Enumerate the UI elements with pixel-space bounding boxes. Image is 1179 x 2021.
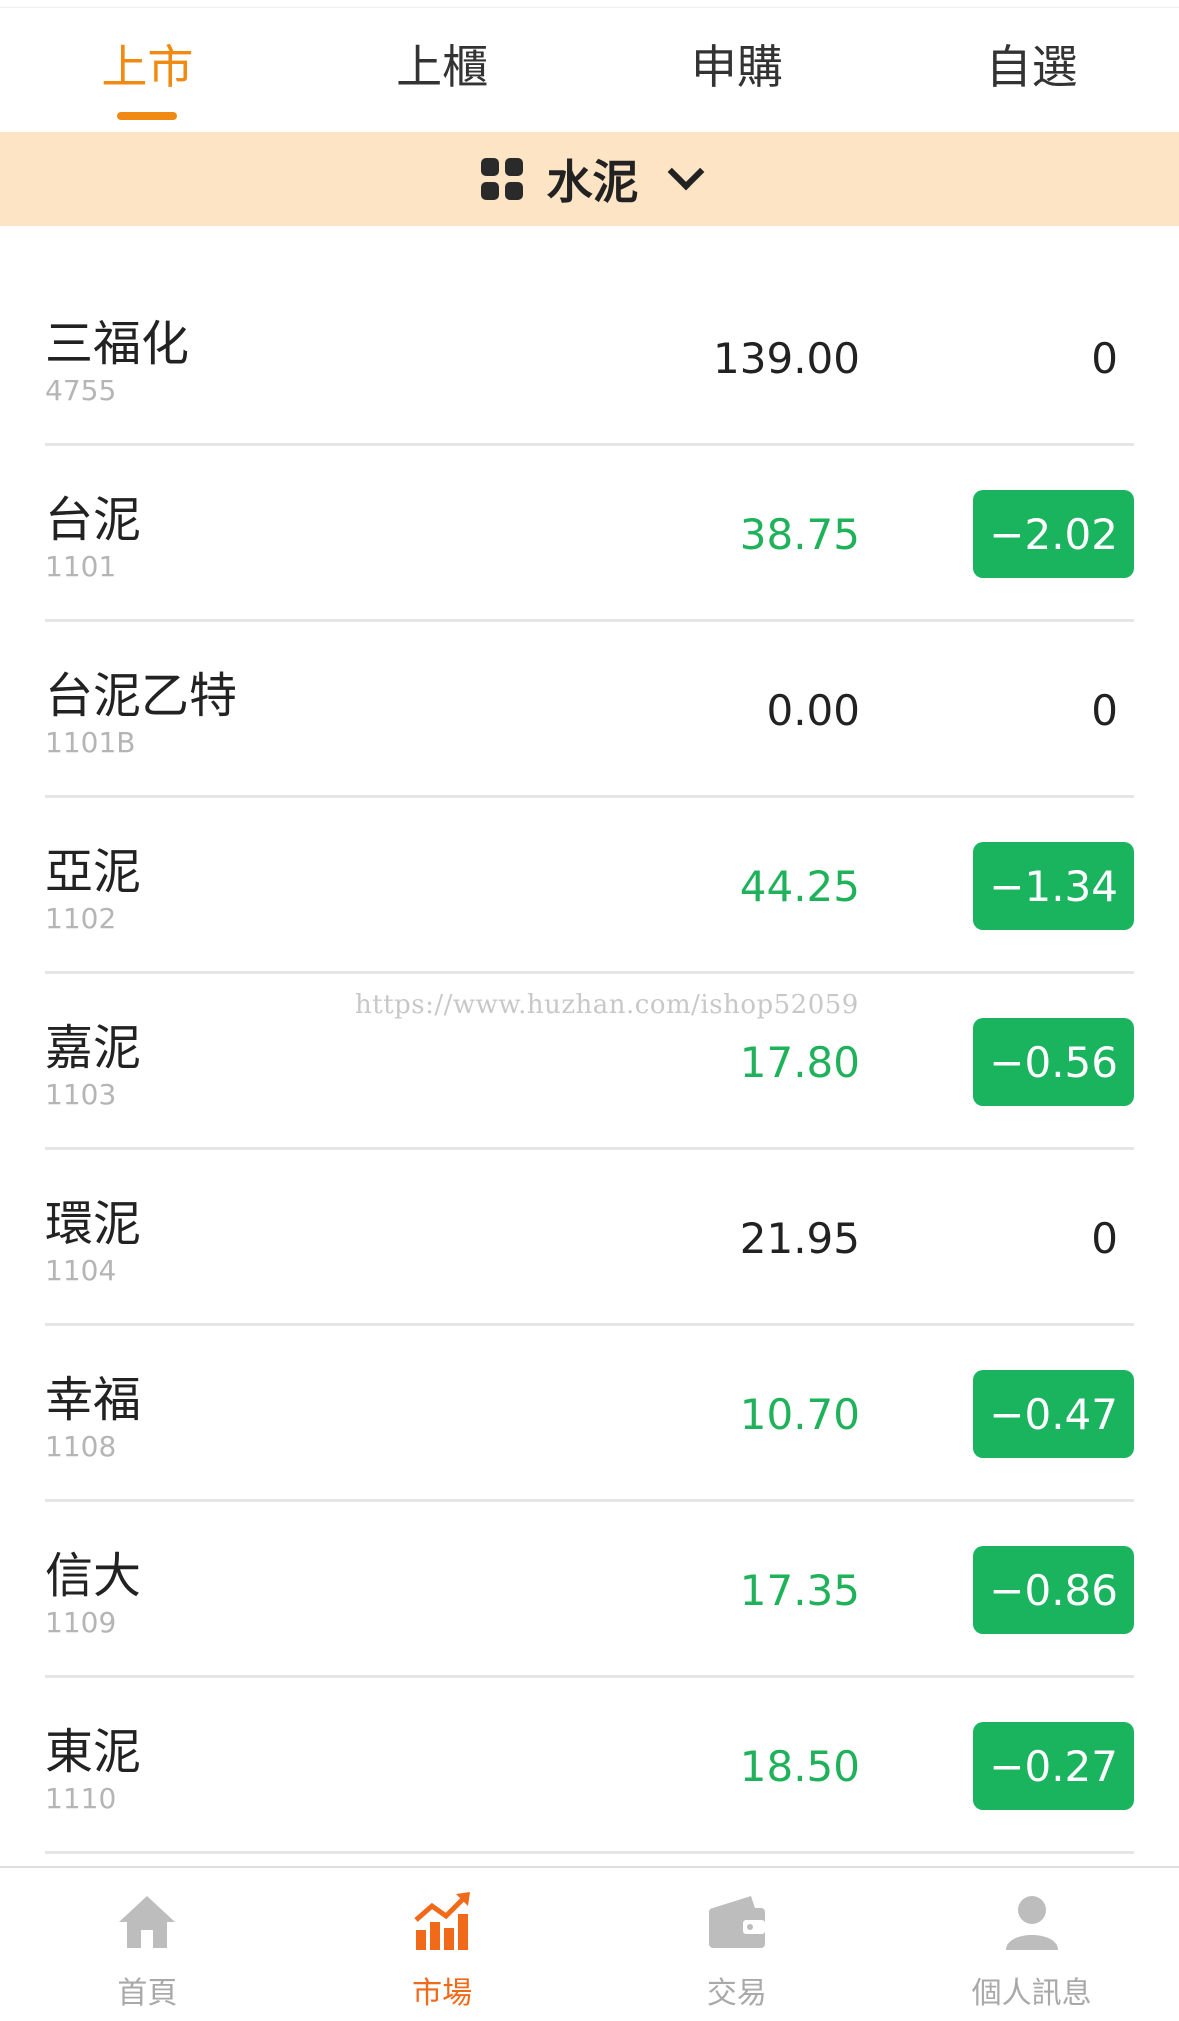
- stock-code: 1108: [45, 1430, 117, 1463]
- user-icon: [1005, 1896, 1058, 1950]
- stock-code: 1104: [45, 1254, 117, 1287]
- table-row[interactable]: 三福化 4755 139.00 0: [45, 270, 1134, 446]
- nav-label: 交易: [706, 1976, 767, 2011]
- tab-label: 自選: [985, 40, 1078, 94]
- stock-code: 1109: [45, 1606, 117, 1639]
- stock-change-badge: −0.27: [973, 1722, 1134, 1810]
- stock-name: 信大: [45, 1548, 142, 1604]
- home-icon: [119, 1896, 176, 1948]
- stock-name: 台泥: [45, 492, 142, 548]
- table-row[interactable]: 台泥乙特 1101B 0.00 0: [45, 622, 1134, 798]
- stock-name: 幸福: [45, 1372, 142, 1428]
- tab-label: 上櫃: [396, 40, 489, 94]
- stock-change-badge: −2.02: [973, 490, 1134, 578]
- chevron-down-icon: [667, 153, 704, 191]
- nav-label: 市場: [412, 1976, 473, 2011]
- stock-change-badge: −1.34: [973, 842, 1134, 930]
- stock-code: 1101B: [45, 726, 136, 759]
- nav-label: 首頁: [117, 1976, 178, 2011]
- nav-home[interactable]: 首頁: [0, 1868, 295, 2021]
- market-tabs: 上市 上櫃 申購 自選: [0, 8, 1179, 132]
- stock-list: 三福化 4755 139.00 0 台泥 1101 38.75 −2.02 台泥…: [45, 270, 1134, 1854]
- wallet-icon: [708, 1896, 765, 1948]
- stock-price: 10.70: [739, 1390, 860, 1439]
- category-selector[interactable]: 水泥: [0, 132, 1179, 226]
- nav-label: 個人訊息: [971, 1976, 1092, 2011]
- stock-change-badge: −0.86: [973, 1546, 1134, 1634]
- stock-name: 東泥: [45, 1724, 142, 1780]
- stock-name: 嘉泥: [45, 1020, 142, 1076]
- stock-price: 44.25: [739, 862, 860, 911]
- table-row[interactable]: 東泥 1110 18.50 −0.27: [45, 1678, 1134, 1854]
- stock-price: 38.75: [739, 510, 860, 559]
- stock-change: 0: [1091, 333, 1118, 383]
- stock-change-badge: −0.56: [973, 1018, 1134, 1106]
- tab-listed[interactable]: 上市: [0, 8, 295, 132]
- stock-price: 0.00: [766, 686, 860, 735]
- stock-price: 18.50: [739, 1742, 860, 1791]
- stock-price: 17.80: [739, 1038, 860, 1087]
- bottom-navigation: 首頁 市場 交易 個人訊息: [0, 1866, 1179, 2021]
- tab-label: 上市: [101, 40, 194, 94]
- stock-code: 1110: [45, 1782, 117, 1815]
- stock-price: 21.95: [739, 1214, 860, 1263]
- tab-watchlist[interactable]: 自選: [884, 8, 1179, 132]
- tab-label: 申購: [690, 40, 783, 94]
- table-row[interactable]: 台泥 1101 38.75 −2.02: [45, 446, 1134, 622]
- table-row[interactable]: 幸福 1108 10.70 −0.47: [45, 1326, 1134, 1502]
- tab-active-indicator: [117, 112, 178, 120]
- stock-name: 台泥乙特: [45, 668, 238, 724]
- watermark: https://www.huzhan.com/ishop52059: [355, 990, 859, 1020]
- market-chart-icon: [414, 1892, 471, 1950]
- tab-otc[interactable]: 上櫃: [295, 8, 590, 132]
- tab-subscription[interactable]: 申購: [590, 8, 885, 132]
- stock-price: 139.00: [713, 334, 860, 383]
- stock-code: 1102: [45, 902, 117, 935]
- stock-name: 三福化: [45, 316, 190, 372]
- stock-code: 1103: [45, 1078, 117, 1111]
- nav-market[interactable]: 市場: [295, 1868, 590, 2021]
- stock-code: 4755: [45, 374, 117, 407]
- table-row[interactable]: 環泥 1104 21.95 0: [45, 1150, 1134, 1326]
- nav-trade[interactable]: 交易: [590, 1868, 885, 2021]
- stock-name: 亞泥: [45, 844, 142, 900]
- stock-code: 1101: [45, 550, 117, 583]
- category-label: 水泥: [546, 155, 639, 209]
- stock-name: 環泥: [45, 1196, 142, 1252]
- table-row[interactable]: 信大 1109 17.35 −0.86: [45, 1502, 1134, 1678]
- stock-change: 0: [1091, 685, 1118, 735]
- table-row[interactable]: 亞泥 1102 44.25 −1.34: [45, 798, 1134, 974]
- stock-price: 17.35: [739, 1566, 860, 1615]
- grid-icon: [480, 158, 523, 200]
- nav-profile[interactable]: 個人訊息: [884, 1868, 1179, 2021]
- top-divider: [0, 0, 1179, 8]
- stock-change-badge: −0.47: [973, 1370, 1134, 1458]
- stock-change: 0: [1091, 1213, 1118, 1263]
